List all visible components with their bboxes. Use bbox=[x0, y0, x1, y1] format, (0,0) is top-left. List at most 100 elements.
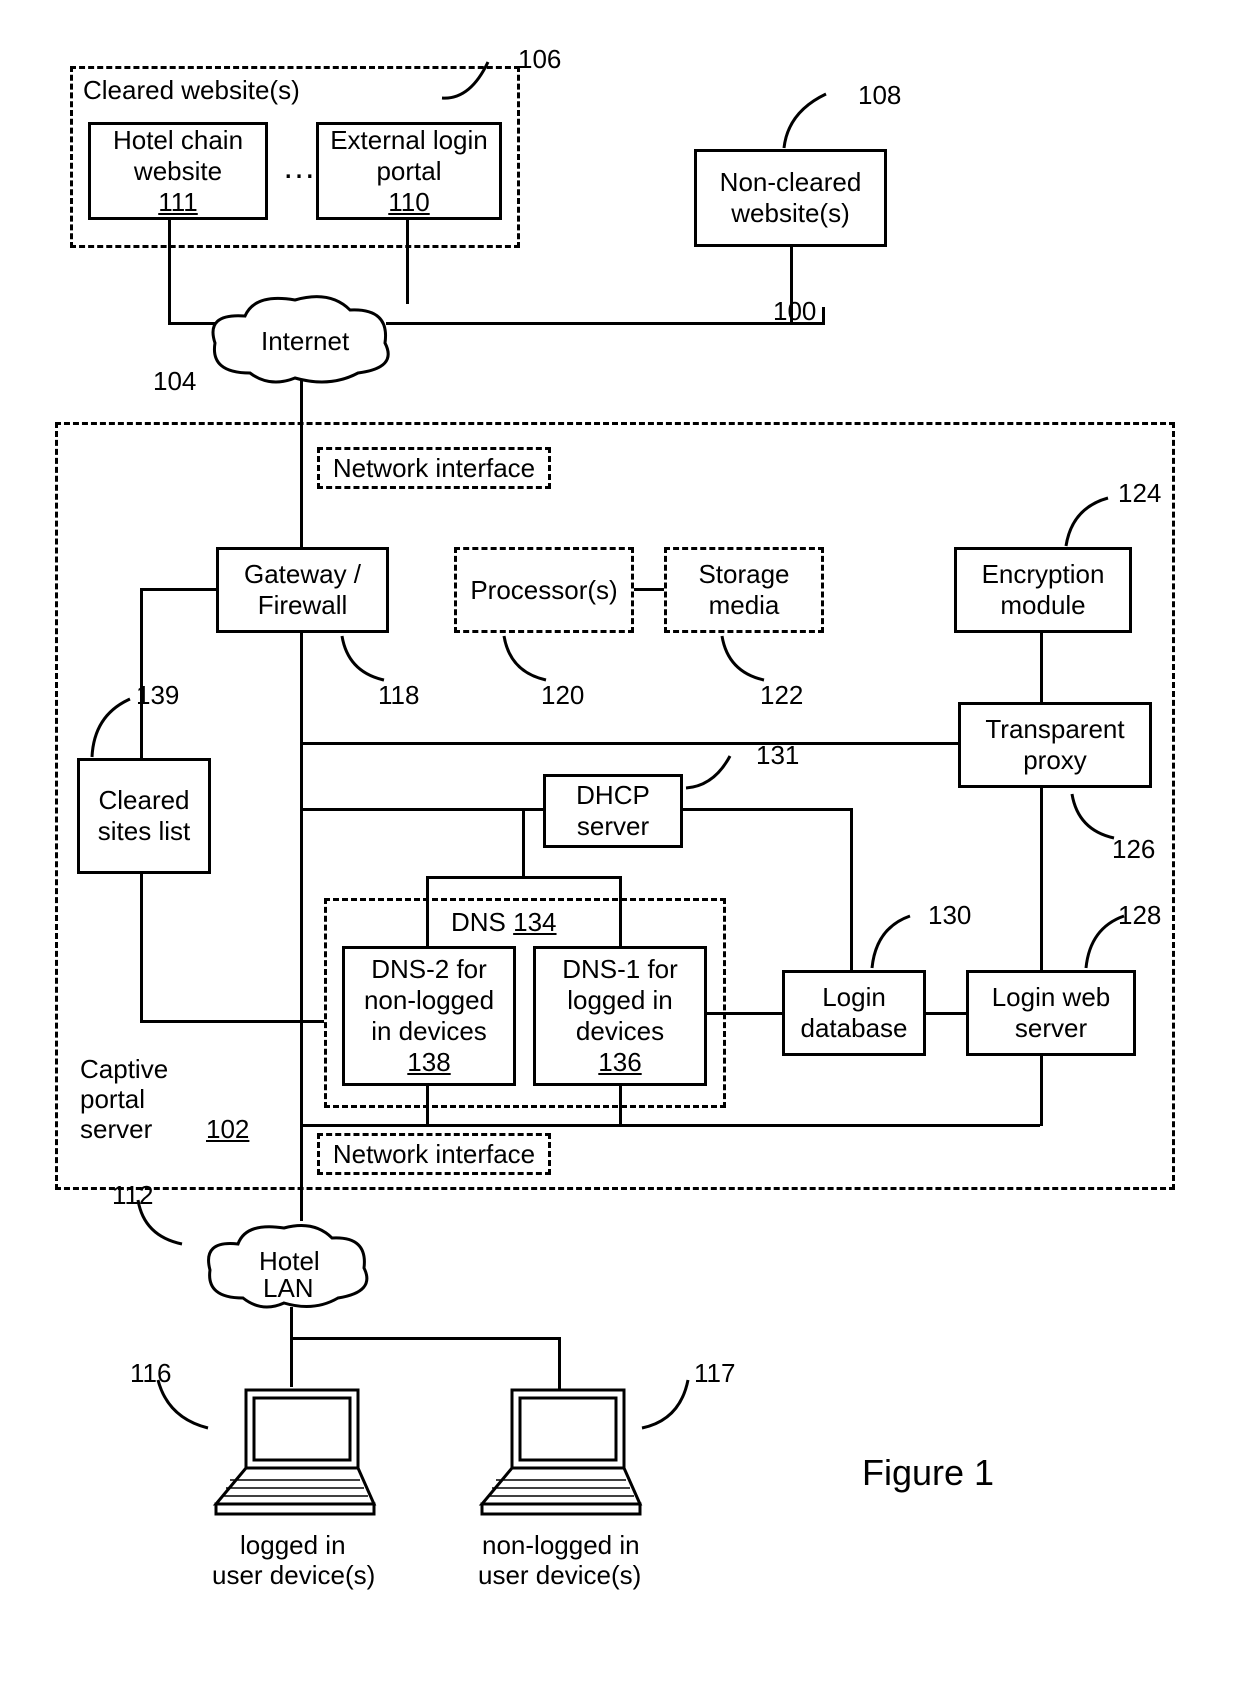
logged-l2: user device(s) bbox=[212, 1560, 375, 1591]
dns1-box: DNS-1 for logged in devices 136 bbox=[533, 946, 707, 1086]
hotel-lan-l2: LAN bbox=[263, 1273, 314, 1304]
conn bbox=[426, 876, 429, 946]
conn bbox=[140, 588, 216, 591]
cleared-sites-list-box: Cleared sites list bbox=[77, 758, 211, 874]
cleared-websites-label: Cleared website(s) bbox=[83, 75, 300, 106]
dns1-l3: devices bbox=[576, 1016, 664, 1047]
conn bbox=[1040, 633, 1043, 702]
conn bbox=[168, 220, 171, 324]
logged-l1: logged in bbox=[240, 1530, 346, 1561]
network-interface-top: Network interface bbox=[317, 447, 551, 489]
figure-label: Figure 1 bbox=[862, 1452, 994, 1494]
login-web-server-box: Login web server bbox=[966, 970, 1136, 1056]
conn bbox=[386, 322, 822, 325]
conn bbox=[300, 380, 303, 547]
storage-media-box: Storage media bbox=[664, 547, 824, 633]
login-database-box: Login database bbox=[782, 970, 926, 1056]
conn bbox=[426, 1086, 429, 1126]
conn bbox=[140, 874, 143, 1023]
conn bbox=[140, 588, 143, 758]
hotel-chain-text: Hotel chain website bbox=[91, 125, 265, 187]
nonlogged-l1: non-logged in bbox=[482, 1530, 640, 1561]
processors-text: Processor(s) bbox=[470, 575, 617, 606]
conn bbox=[300, 633, 303, 1221]
external-portal-ref: 110 bbox=[388, 187, 429, 218]
dns-label: DNS 134 bbox=[451, 907, 557, 938]
cleared-list-text: Cleared sites list bbox=[80, 785, 208, 847]
ref-124: 124 bbox=[1118, 478, 1161, 509]
proxy-text: Transparent proxy bbox=[961, 714, 1149, 776]
conn bbox=[300, 742, 958, 745]
conn bbox=[300, 1124, 1040, 1127]
external-login-portal-box: External login portal 110 bbox=[316, 122, 502, 220]
conn bbox=[850, 808, 853, 970]
conn bbox=[707, 1012, 782, 1015]
dns1-ref: 136 bbox=[598, 1047, 641, 1078]
encryption-module-box: Encryption module bbox=[954, 547, 1132, 633]
gateway-l1: Gateway / bbox=[244, 559, 361, 590]
dns2-l1: DNS-2 for bbox=[371, 954, 487, 985]
conn bbox=[619, 1086, 622, 1126]
ref-128: 128 bbox=[1118, 900, 1161, 931]
ref-116: 116 bbox=[130, 1358, 171, 1389]
conn bbox=[926, 1012, 966, 1015]
non-cleared-websites-box: Non-cleared website(s) bbox=[694, 149, 887, 247]
ref-118: 118 bbox=[378, 680, 419, 711]
conn bbox=[683, 808, 853, 811]
login-server-text: Login web server bbox=[969, 982, 1133, 1044]
conn bbox=[558, 1337, 561, 1389]
gateway-firewall-box: Gateway / Firewall bbox=[216, 547, 389, 633]
dns2-ref: 138 bbox=[407, 1047, 450, 1078]
storage-text: Storage media bbox=[667, 559, 821, 621]
ref-112: 112 bbox=[112, 1180, 153, 1211]
dns1-l1: DNS-1 for bbox=[562, 954, 678, 985]
conn bbox=[822, 307, 825, 325]
network-interface-bottom: Network interface bbox=[317, 1133, 551, 1175]
ref-106: 106 bbox=[518, 44, 561, 75]
conn bbox=[426, 808, 522, 811]
nonlogged-l2: user device(s) bbox=[478, 1560, 641, 1591]
external-portal-text: External login portal bbox=[319, 125, 499, 187]
transparent-proxy-box: Transparent proxy bbox=[958, 702, 1152, 788]
conn bbox=[290, 1307, 293, 1387]
ref-117: 117 bbox=[694, 1358, 735, 1389]
login-db-text: Login database bbox=[785, 982, 923, 1044]
ref-102: 102 bbox=[206, 1114, 249, 1145]
ref-126: 126 bbox=[1112, 834, 1155, 865]
net-if-label-top: Network interface bbox=[333, 453, 535, 484]
leader-131 bbox=[684, 752, 764, 792]
dhcp-text: DHCP server bbox=[546, 780, 680, 842]
internet-label: Internet bbox=[261, 326, 349, 357]
ref-104: 104 bbox=[153, 366, 196, 397]
conn bbox=[168, 322, 216, 325]
captive-l2: portal bbox=[80, 1084, 145, 1115]
conn bbox=[140, 1020, 324, 1023]
conn bbox=[634, 588, 664, 591]
dhcp-server-box: DHCP server bbox=[543, 774, 683, 848]
captive-l1: Captive bbox=[80, 1054, 168, 1085]
conn bbox=[1040, 788, 1043, 970]
dns2-l2: non-logged bbox=[364, 985, 494, 1016]
ref-120: 120 bbox=[541, 680, 584, 711]
laptop-icon-nonlogged bbox=[476, 1384, 646, 1524]
processors-box: Processor(s) bbox=[454, 547, 634, 633]
hotel-chain-ref: 111 bbox=[158, 187, 198, 218]
conn bbox=[406, 220, 409, 304]
non-cleared-text: Non-cleared website(s) bbox=[697, 167, 884, 229]
net-if-label-bottom: Network interface bbox=[333, 1139, 535, 1170]
conn bbox=[522, 808, 525, 876]
captive-l3: server bbox=[80, 1114, 152, 1145]
hotel-chain-website-box: Hotel chain website 111 bbox=[88, 122, 268, 220]
ellipsis: … bbox=[282, 148, 316, 187]
conn bbox=[426, 876, 622, 879]
laptop-icon-logged bbox=[210, 1384, 380, 1524]
dns1-l2: logged in bbox=[567, 985, 673, 1016]
dns2-l3: in devices bbox=[371, 1016, 487, 1047]
ref-108: 108 bbox=[858, 80, 901, 111]
encryption-text: Encryption module bbox=[957, 559, 1129, 621]
conn bbox=[290, 1337, 560, 1340]
ref-130: 130 bbox=[928, 900, 971, 931]
dns2-box: DNS-2 for non-logged in devices 138 bbox=[342, 946, 516, 1086]
ref-122: 122 bbox=[760, 680, 803, 711]
conn bbox=[790, 247, 793, 325]
